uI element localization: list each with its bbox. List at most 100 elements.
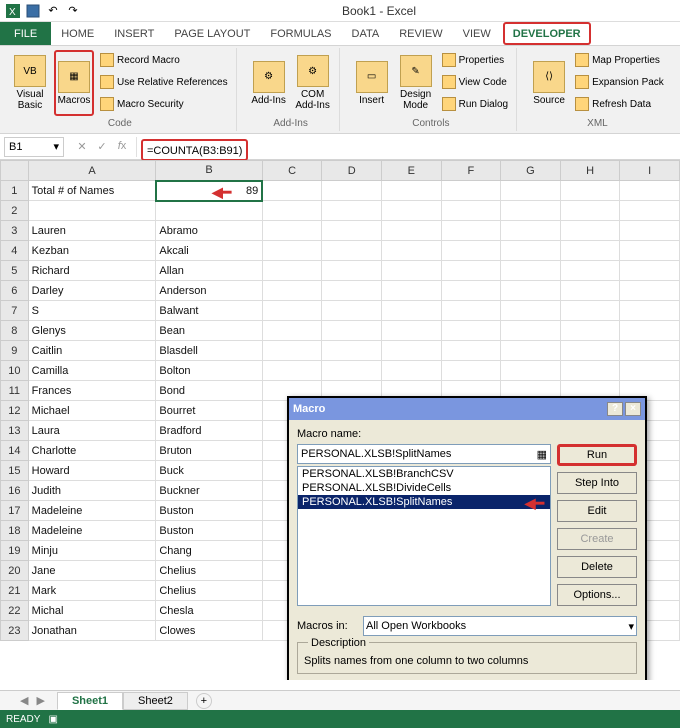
row-header[interactable]: 18 bbox=[1, 521, 29, 541]
visual-basic-button[interactable]: VBVisual Basic bbox=[10, 50, 50, 116]
insert-control-button[interactable]: ▭Insert bbox=[352, 50, 392, 116]
cell[interactable] bbox=[560, 301, 620, 321]
addins-button[interactable]: ⚙Add-Ins bbox=[249, 50, 289, 116]
cell[interactable]: Total # of Names bbox=[28, 181, 156, 201]
cell[interactable]: Mark bbox=[28, 581, 156, 601]
row-header[interactable]: 10 bbox=[1, 361, 29, 381]
cell[interactable] bbox=[501, 341, 561, 361]
cell[interactable] bbox=[381, 341, 441, 361]
cell[interactable]: Buckner bbox=[156, 481, 262, 501]
properties-button[interactable]: Properties bbox=[440, 50, 510, 70]
cell[interactable] bbox=[560, 341, 620, 361]
refresh-data-button[interactable]: Refresh Data bbox=[573, 94, 666, 114]
cell[interactable] bbox=[322, 301, 382, 321]
cell[interactable]: Chang bbox=[156, 541, 262, 561]
cell[interactable] bbox=[381, 181, 441, 201]
cell[interactable] bbox=[441, 221, 501, 241]
cell[interactable] bbox=[501, 361, 561, 381]
cell[interactable] bbox=[381, 261, 441, 281]
cell[interactable] bbox=[322, 361, 382, 381]
row-header[interactable]: 11 bbox=[1, 381, 29, 401]
sheet-tab-2[interactable]: Sheet2 bbox=[123, 692, 188, 710]
cell[interactable] bbox=[560, 241, 620, 261]
cell[interactable] bbox=[322, 201, 382, 221]
row-header[interactable]: 12 bbox=[1, 401, 29, 421]
row-header[interactable]: 5 bbox=[1, 261, 29, 281]
cell[interactable] bbox=[381, 281, 441, 301]
cell[interactable]: Jonathan bbox=[28, 621, 156, 641]
cell[interactable] bbox=[620, 261, 680, 281]
select-all-cell[interactable] bbox=[1, 161, 29, 181]
macro-list-item-selected[interactable]: PERSONAL.XLSB!SplitNames◀━ bbox=[298, 495, 550, 509]
cell[interactable]: Chelius bbox=[156, 581, 262, 601]
cell[interactable]: Madeleine bbox=[28, 521, 156, 541]
col-header-i[interactable]: I bbox=[620, 161, 680, 181]
cell[interactable]: Akcali bbox=[156, 241, 262, 261]
cell[interactable]: Michal bbox=[28, 601, 156, 621]
cell[interactable]: Balwant bbox=[156, 301, 262, 321]
save-icon[interactable] bbox=[24, 2, 42, 20]
chevron-down-icon[interactable]: ▾ bbox=[53, 140, 59, 153]
cell[interactable] bbox=[620, 281, 680, 301]
add-sheet-button[interactable]: + bbox=[196, 693, 212, 709]
cell[interactable] bbox=[620, 181, 680, 201]
row-header[interactable]: 8 bbox=[1, 321, 29, 341]
row-header[interactable]: 6 bbox=[1, 281, 29, 301]
enter-formula-icon[interactable]: ✓ bbox=[94, 140, 110, 153]
macro-list[interactable]: PERSONAL.XLSB!BranchCSV PERSONAL.XLSB!Di… bbox=[297, 466, 551, 606]
cell[interactable] bbox=[620, 221, 680, 241]
cell[interactable] bbox=[441, 241, 501, 261]
cell[interactable] bbox=[560, 221, 620, 241]
cell[interactable] bbox=[501, 281, 561, 301]
macro-record-icon[interactable]: ▣ bbox=[48, 714, 57, 725]
cell[interactable] bbox=[501, 301, 561, 321]
tab-view[interactable]: VIEW bbox=[453, 22, 501, 45]
cell[interactable] bbox=[381, 221, 441, 241]
col-header-c[interactable]: C bbox=[262, 161, 322, 181]
cell[interactable] bbox=[322, 261, 382, 281]
cell[interactable]: Charlotte bbox=[28, 441, 156, 461]
cell[interactable] bbox=[560, 321, 620, 341]
cell[interactable]: Glenys bbox=[28, 321, 156, 341]
row-header[interactable]: 23 bbox=[1, 621, 29, 641]
run-button[interactable]: Run bbox=[557, 444, 637, 466]
cell[interactable] bbox=[620, 301, 680, 321]
undo-icon[interactable]: ↶ bbox=[44, 2, 62, 20]
cell[interactable] bbox=[441, 341, 501, 361]
options-button[interactable]: Options... bbox=[557, 584, 637, 606]
name-box[interactable]: B1▾ bbox=[4, 137, 64, 157]
use-relative-refs-button[interactable]: Use Relative References bbox=[98, 72, 230, 92]
cell[interactable] bbox=[322, 321, 382, 341]
row-header[interactable]: 17 bbox=[1, 501, 29, 521]
dialog-close-icon[interactable]: × bbox=[625, 402, 641, 416]
design-mode-button[interactable]: ✎Design Mode bbox=[396, 50, 436, 116]
cell[interactable]: Michael bbox=[28, 401, 156, 421]
cell[interactable]: Howard bbox=[28, 461, 156, 481]
chevron-down-icon[interactable]: ▾ bbox=[628, 620, 634, 633]
cell[interactable] bbox=[620, 241, 680, 261]
macro-name-input[interactable]: PERSONAL.XLSB!SplitNames▦ bbox=[297, 444, 551, 464]
cell[interactable] bbox=[322, 221, 382, 241]
row-header[interactable]: 7 bbox=[1, 301, 29, 321]
cell[interactable] bbox=[560, 361, 620, 381]
row-header[interactable]: 22 bbox=[1, 601, 29, 621]
row-header[interactable]: 13 bbox=[1, 421, 29, 441]
row-header[interactable]: 16 bbox=[1, 481, 29, 501]
cell[interactable]: Darley bbox=[28, 281, 156, 301]
cell[interactable] bbox=[262, 201, 322, 221]
cell[interactable]: Richard bbox=[28, 261, 156, 281]
delete-button[interactable]: Delete bbox=[557, 556, 637, 578]
cell[interactable] bbox=[501, 261, 561, 281]
cell[interactable]: Clowes bbox=[156, 621, 262, 641]
cell[interactable] bbox=[322, 181, 382, 201]
row-header[interactable]: 19 bbox=[1, 541, 29, 561]
macros-in-select[interactable]: All Open Workbooks▾ bbox=[363, 616, 637, 636]
sheet-tab-1[interactable]: Sheet1 bbox=[57, 692, 123, 710]
view-code-button[interactable]: View Code bbox=[440, 72, 510, 92]
row-header[interactable]: 4 bbox=[1, 241, 29, 261]
cell[interactable]: Bean bbox=[156, 321, 262, 341]
formula-bar-input[interactable]: =COUNTA(B3:B91) bbox=[136, 137, 680, 157]
cell[interactable] bbox=[620, 201, 680, 221]
tab-insert[interactable]: INSERT bbox=[104, 22, 164, 45]
map-properties-button[interactable]: Map Properties bbox=[573, 50, 666, 70]
